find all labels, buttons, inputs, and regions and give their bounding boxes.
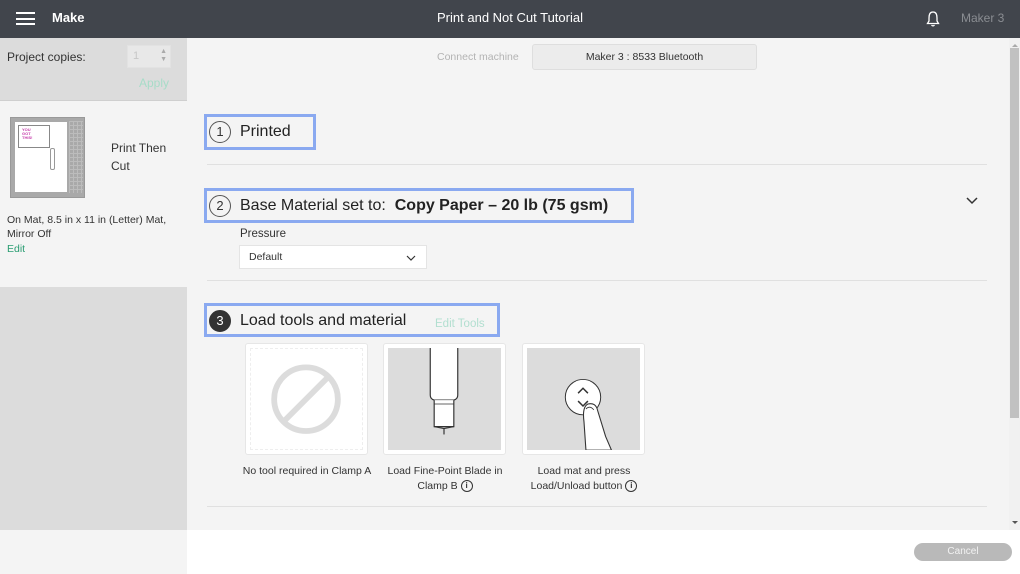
connect-machine-label: Connect machine xyxy=(437,51,519,63)
base-material-label: Base Material set to: xyxy=(240,197,386,214)
top-bar: Make Print and Not Cut Tutorial Maker 3 xyxy=(0,0,1020,38)
tool-caption-clamp-b: Load Fine-Point Blade in Clamp Bi xyxy=(375,464,515,494)
hamburger-icon[interactable] xyxy=(16,12,35,25)
pressure-label: Pressure xyxy=(240,228,287,240)
pressure-value: Default xyxy=(249,251,283,263)
mat-paper-preview: YOU GOT THIS! xyxy=(15,122,67,192)
divider xyxy=(207,506,987,507)
bell-icon[interactable] xyxy=(925,10,941,28)
scrollbar[interactable] xyxy=(1009,38,1020,530)
edit-mat-link[interactable]: Edit xyxy=(7,243,25,255)
project-copies-value: 1 xyxy=(133,50,140,62)
footer xyxy=(187,530,1020,574)
machine-name[interactable]: Maker 3 xyxy=(961,11,1004,25)
info-icon[interactable]: i xyxy=(625,480,638,493)
no-tool-icon xyxy=(250,348,363,451)
footer-left xyxy=(0,530,187,574)
step-2-number: 2 xyxy=(209,195,231,217)
pressure-select[interactable]: Default xyxy=(239,245,427,269)
tool-card-clamp-b xyxy=(383,343,506,455)
sidebar-empty-area xyxy=(0,287,187,530)
tool-caption-clamp-a: No tool required in Clamp A xyxy=(242,465,372,477)
step-1-title: Printed xyxy=(240,123,291,140)
project-copies-label: Project copies: xyxy=(7,50,86,64)
base-material-value: Copy Paper – 20 lb (75 gsm) xyxy=(394,197,609,214)
apply-button[interactable]: Apply xyxy=(139,76,169,90)
chevron-down-icon xyxy=(406,255,416,261)
mat-grid xyxy=(69,121,83,193)
edit-tools-link[interactable]: Edit Tools xyxy=(435,318,485,330)
mat-cut-strip xyxy=(50,148,55,170)
project-copies-panel: Project copies: 1 ▲ ▼ Apply xyxy=(0,38,187,101)
fine-point-blade-icon xyxy=(388,348,501,451)
divider xyxy=(207,280,987,281)
divider xyxy=(207,164,987,165)
project-copies-input[interactable]: 1 ▲ ▼ xyxy=(127,45,171,68)
tool-card-load-mat xyxy=(522,343,645,455)
scroll-up-arrow-icon[interactable] xyxy=(1012,44,1018,47)
connect-machine-button[interactable]: Maker 3 : 8533 Bluetooth xyxy=(532,44,757,70)
design-text: YOU GOT THIS! xyxy=(22,127,33,140)
chevron-down-icon[interactable] xyxy=(965,196,979,206)
info-icon[interactable]: i xyxy=(460,480,473,493)
scrollbar-thumb[interactable] xyxy=(1010,48,1019,418)
mat-panel: YOU GOT THIS! Print Then Cut On Mat, 8.5… xyxy=(0,101,187,287)
tool-caption-text: Load Fine-Point Blade in Clamp B xyxy=(387,465,503,492)
mat-design-preview: YOU GOT THIS! xyxy=(18,125,50,148)
page-title: Print and Not Cut Tutorial xyxy=(437,10,583,25)
mat-info: On Mat, 8.5 in x 11 in (Letter) Mat, Mir… xyxy=(7,214,167,240)
cancel-button[interactable]: Cancel xyxy=(914,543,1012,561)
step-2-title: Base Material set to: Copy Paper – 20 lb… xyxy=(240,197,608,215)
spinner-arrows-icon[interactable]: ▲ ▼ xyxy=(160,48,167,64)
step-3-title: Load tools and material xyxy=(240,312,407,329)
mat-title: Print Then Cut xyxy=(111,141,167,173)
mat-thumbnail[interactable]: YOU GOT THIS! xyxy=(10,117,85,198)
step-1-number: 1 xyxy=(209,121,231,143)
main-content: Connect machine Maker 3 : 8533 Bluetooth… xyxy=(187,38,1009,530)
tool-caption-load-mat: Load mat and press Load/Unload button i xyxy=(514,464,654,494)
tool-caption-text: Load mat and press Load/Unload button xyxy=(530,465,631,492)
app-name: Make xyxy=(52,10,85,25)
tool-card-clamp-a xyxy=(245,343,368,455)
load-unload-button-icon xyxy=(527,348,640,451)
scroll-down-arrow-icon[interactable] xyxy=(1012,521,1018,524)
step-3-number: 3 xyxy=(209,310,231,332)
